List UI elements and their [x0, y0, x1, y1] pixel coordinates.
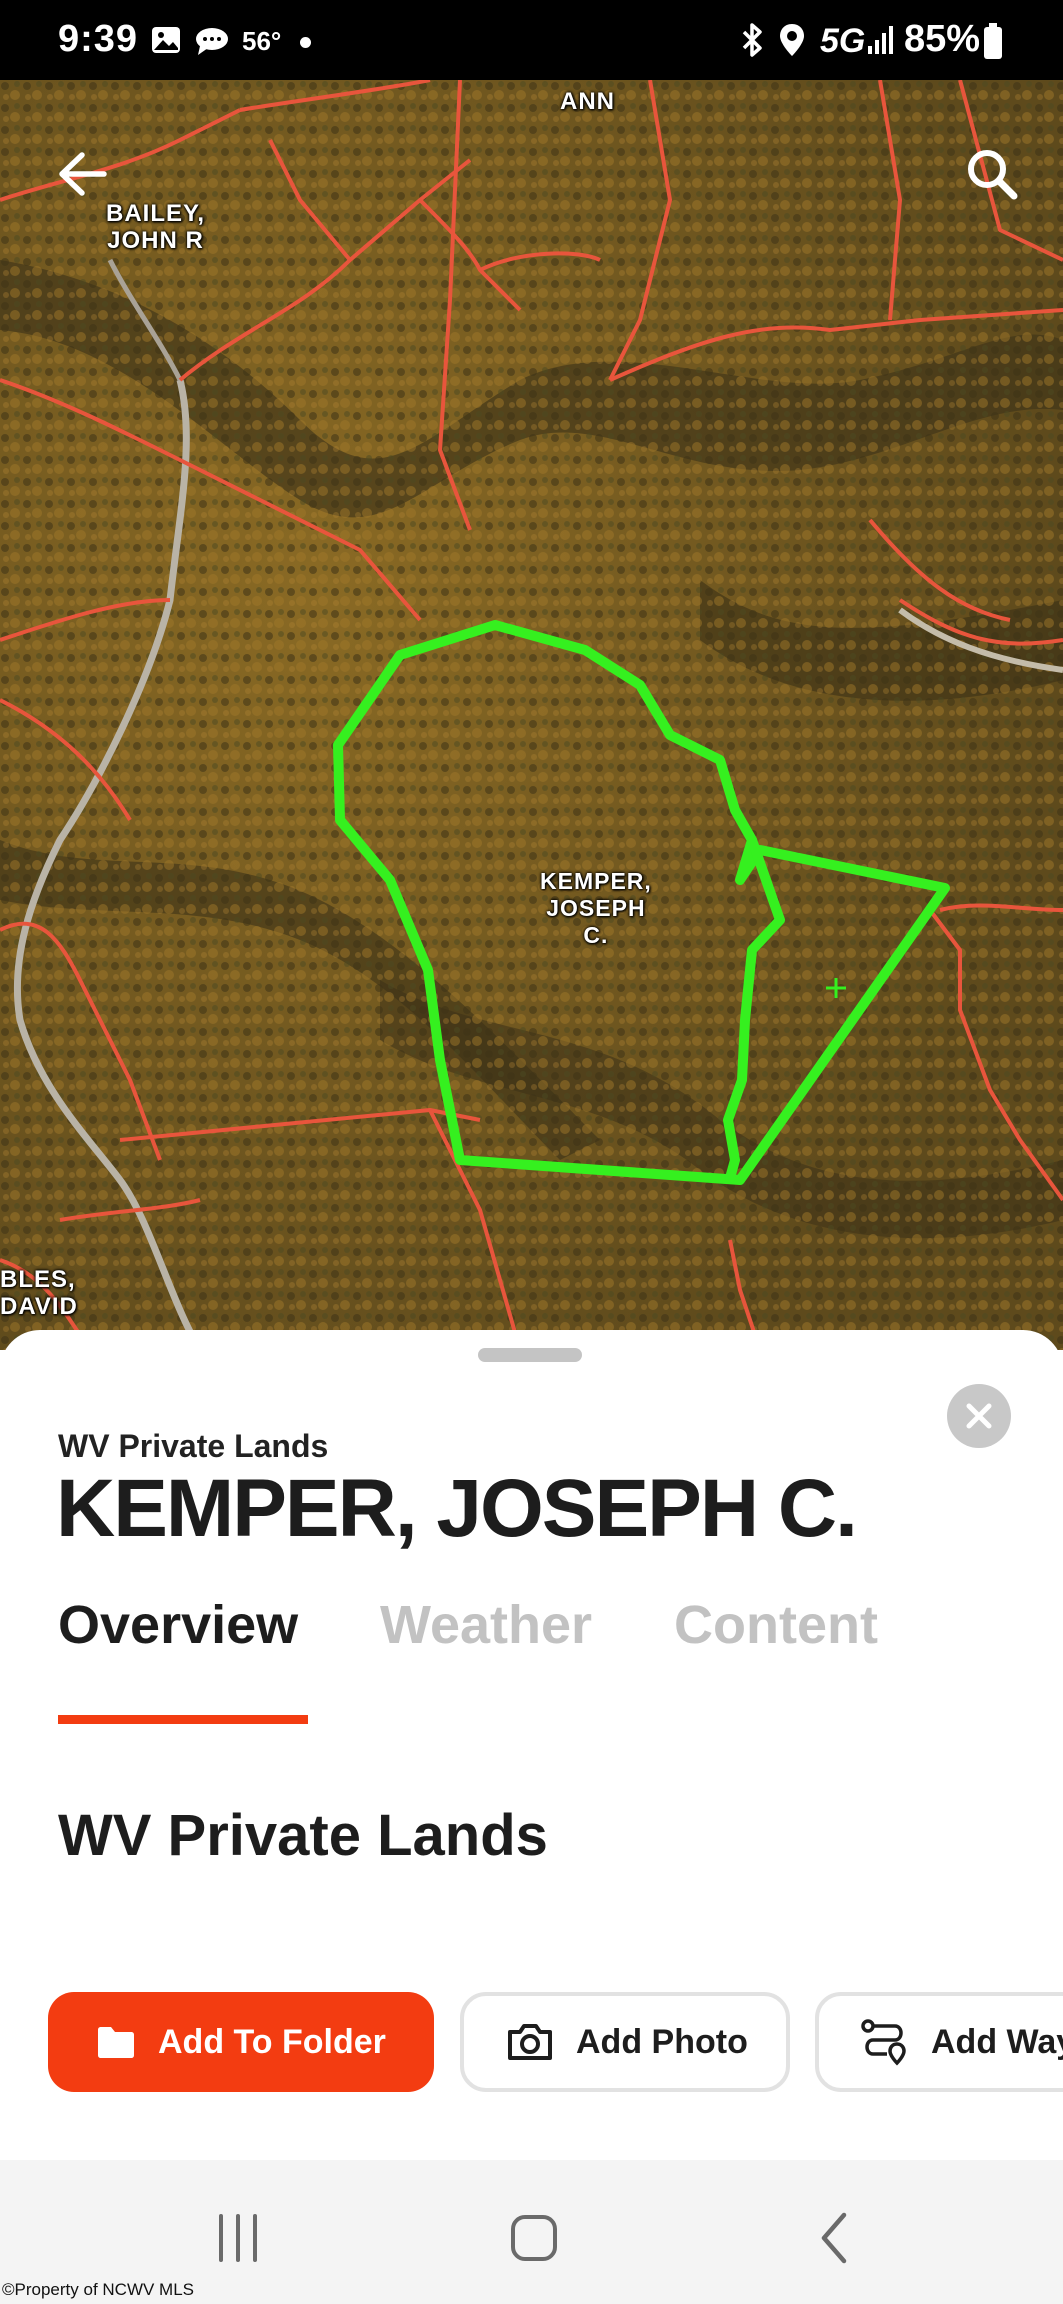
back-button[interactable] — [42, 134, 122, 214]
add-waypoint-button[interactable]: Add Waypoint — [815, 1992, 1063, 2092]
add-photo-label: Add Photo — [576, 2022, 748, 2061]
chevron-left-icon — [821, 2212, 847, 2264]
add-photo-button[interactable]: Add Photo — [460, 1992, 790, 2092]
route-icon — [859, 2018, 909, 2066]
recent-apps-button[interactable] — [198, 2202, 278, 2274]
status-time: 9:39 — [58, 18, 139, 60]
add-to-folder-label: Add To Folder — [158, 2022, 386, 2061]
recent-apps-icon — [219, 2214, 257, 2262]
sheet-drag-handle[interactable] — [478, 1348, 582, 1362]
map-label-kemper: KEMPER, JOSEPH C. — [540, 868, 652, 948]
notification-dot — [300, 37, 311, 48]
details-sheet: WV Private Lands KEMPER, JOSEPH C. Overv… — [0, 1330, 1063, 2304]
search-button[interactable] — [952, 134, 1032, 214]
network-type: 5G — [820, 22, 866, 60]
status-bar: 9:39 56° 5G 85% — [0, 0, 1063, 80]
layer-name: WV Private Lands — [58, 1428, 329, 1464]
map-label-bles: BLES, DAVID — [0, 1266, 78, 1320]
satellite-map[interactable]: ANN BAILEY, JOHN R KEMPER, JOSEPH C. BLE… — [0, 80, 1063, 1350]
bluetooth-icon — [738, 22, 766, 63]
tab-weather[interactable]: Weather — [380, 1594, 592, 1656]
add-to-folder-button[interactable]: Add To Folder — [48, 1992, 434, 2092]
watermark: ©Property of NCWV MLS — [2, 2280, 195, 2299]
signal-icon — [866, 24, 896, 61]
section-heading: WV Private Lands — [58, 1803, 548, 1868]
gallery-icon — [150, 24, 182, 61]
chat-bubble-icon — [194, 26, 230, 61]
folder-icon — [96, 2025, 136, 2059]
home-button[interactable] — [494, 2202, 574, 2274]
active-tab-indicator — [58, 1715, 308, 1724]
battery-percent: 85% — [904, 18, 981, 60]
back-arrow-icon — [59, 152, 107, 196]
location-icon — [778, 22, 806, 63]
tab-overview[interactable]: Overview — [58, 1594, 298, 1656]
home-icon — [511, 2215, 557, 2261]
add-waypoint-label: Add Waypoint — [931, 2022, 1063, 2061]
close-button[interactable] — [947, 1384, 1011, 1448]
battery-icon — [982, 22, 1004, 65]
camera-icon — [506, 2022, 554, 2062]
status-temperature: 56° — [242, 26, 282, 56]
parcel-owner-title: KEMPER, JOSEPH C. — [56, 1463, 858, 1554]
map-label-ann: ANN — [560, 88, 615, 115]
search-icon — [968, 150, 1018, 200]
close-icon — [966, 1403, 992, 1429]
system-back-button[interactable] — [794, 2202, 874, 2274]
tab-content[interactable]: Content — [674, 1594, 878, 1656]
